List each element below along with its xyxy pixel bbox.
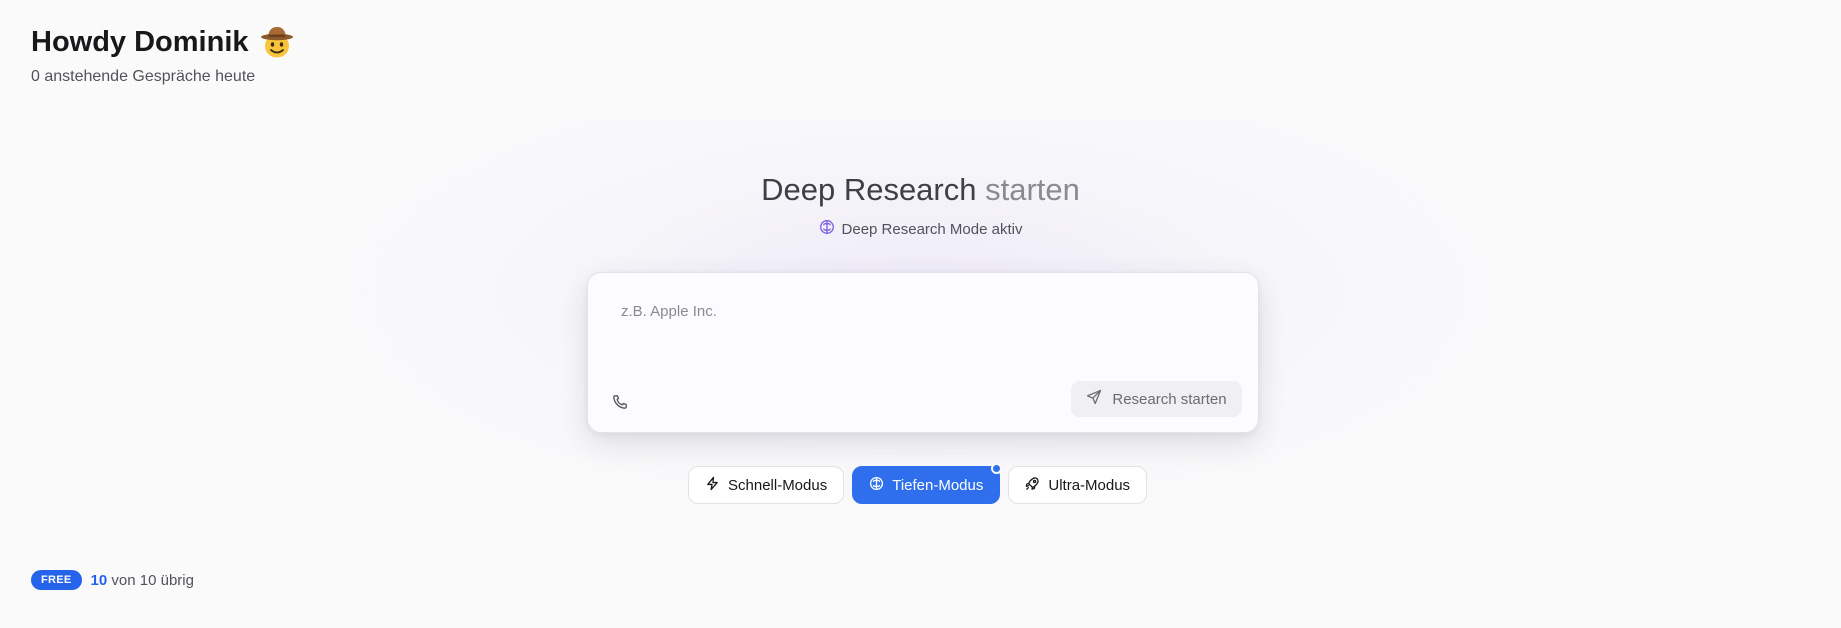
- ultra-mode-button[interactable]: Ultra-Modus: [1008, 466, 1148, 504]
- greeting-header: Howdy Dominik 0 anstehende Gespräche heu…: [31, 24, 295, 86]
- cowboy-face-icon: [259, 24, 295, 60]
- remaining-count: 10: [90, 571, 108, 589]
- ultra-mode-label: Ultra-Modus: [1048, 476, 1131, 494]
- send-icon: [1086, 389, 1102, 409]
- mode-status-label: Deep Research Mode aktiv: [841, 220, 1023, 238]
- quick-mode-label: Schnell-Modus: [728, 476, 828, 494]
- brain-icon: [819, 219, 835, 239]
- plan-usage: FREE 10 von 10 übrig: [31, 570, 194, 590]
- hero-title-muted: starten: [985, 172, 1080, 207]
- remaining-suffix: von 10 übrig: [111, 571, 194, 589]
- phone-icon[interactable]: [608, 390, 632, 414]
- quick-mode-button[interactable]: Schnell-Modus: [688, 466, 845, 504]
- deep-mode-button[interactable]: Tiefen-Modus: [852, 463, 1003, 504]
- research-start-button[interactable]: Research starten: [1071, 381, 1242, 417]
- research-start-label: Research starten: [1112, 390, 1227, 408]
- greeting-title-row: Howdy Dominik: [31, 24, 295, 60]
- dashboard-page: Howdy Dominik 0 anstehende Gespräche heu…: [0, 0, 1841, 628]
- research-input-card: Research starten: [587, 272, 1259, 433]
- hero-title-main: Deep Research: [761, 172, 977, 207]
- plan-badge: FREE: [31, 570, 82, 590]
- active-indicator-dot: [991, 463, 1003, 474]
- mode-status: Deep Research Mode aktiv: [0, 219, 1841, 239]
- lightning-icon: [705, 476, 720, 495]
- greeting-subtitle: 0 anstehende Gespräche heute: [31, 68, 256, 85]
- brain-icon: [869, 476, 884, 495]
- rocket-icon: [1025, 476, 1040, 495]
- company-search-input[interactable]: [621, 303, 1221, 353]
- hero-title: Deep Research starten: [0, 170, 1841, 210]
- usage-text: 10 von 10 übrig: [91, 572, 194, 589]
- greeting-title: Howdy Dominik: [31, 26, 249, 58]
- mode-selector: Schnell-Modus Tiefen-Modus Ultra-Modus: [688, 463, 1148, 504]
- deep-mode-label: Tiefen-Modus: [892, 476, 984, 494]
